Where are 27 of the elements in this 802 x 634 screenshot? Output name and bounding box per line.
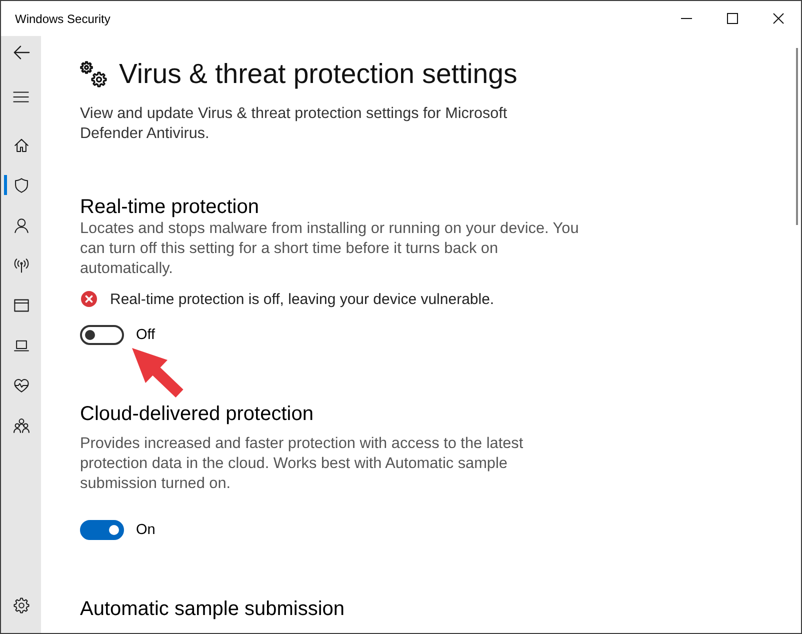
page-title: Virus & threat protection settings	[119, 57, 518, 91]
person-icon	[12, 216, 30, 234]
toggle-state-label: Off	[136, 326, 156, 345]
people-icon	[12, 416, 30, 434]
home-icon	[12, 136, 30, 154]
toggle-switch[interactable]	[80, 325, 124, 345]
settings-icon	[12, 596, 30, 614]
window-title: Windows Security	[14, 12, 112, 26]
heart-pulse-icon	[12, 376, 30, 394]
section-description: Provides increased and faster protection with access to the latest protection data in the cloud. Works best with Automatic sample submission turned on.	[80, 434, 524, 494]
browser-window-icon	[12, 296, 30, 314]
maximize-icon	[726, 13, 738, 24]
section-heading: Real-time protection	[80, 195, 260, 219]
scrollbar-thumb[interactable]	[796, 48, 798, 225]
alert-message: Real-time protection is off, leaving your device vulnerable.	[110, 290, 494, 308]
error-icon	[81, 291, 97, 307]
menu-icon	[12, 91, 30, 103]
page-description: View and update Virus & threat protection settings for Microsoft Defender Antivirus.	[80, 104, 508, 144]
toggle-switch[interactable]	[80, 520, 124, 540]
antenna-icon	[12, 256, 30, 274]
section-description: Locates and stops malware from installing or running on your device. You can turn off this setting for a short time before it turns back on automatically.	[80, 219, 580, 279]
section-heading: Cloud-delivered protection	[80, 402, 314, 426]
toggle-state-label: On	[136, 521, 156, 540]
gears-icon	[80, 60, 107, 88]
shield-icon	[12, 176, 30, 194]
section-heading: Automatic sample submission	[80, 597, 346, 621]
close-icon	[772, 13, 784, 24]
